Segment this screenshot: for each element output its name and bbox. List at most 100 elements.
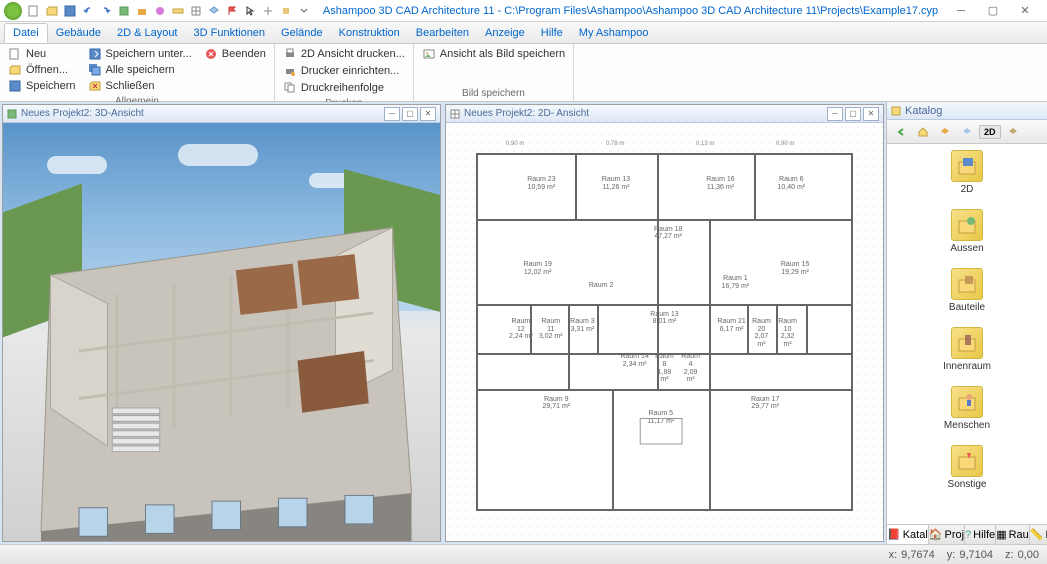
new-file-icon <box>8 47 22 61</box>
catalog-2d-badge[interactable]: 2D <box>979 125 1001 139</box>
room-label: Raum 33,31 m² <box>568 318 598 333</box>
menu-konstruktion[interactable]: Konstruktion <box>331 24 408 42</box>
catalog-item-sonstige[interactable]: Sonstige <box>948 445 987 490</box>
qat-open-icon[interactable] <box>44 3 60 19</box>
menu-3dfunktionen[interactable]: 3D Funktionen <box>186 24 274 42</box>
ribbon-ansicht-bild-speichern-button[interactable]: Ansicht als Bild speichern <box>420 46 567 62</box>
menu-myashampoo[interactable]: My Ashampoo <box>571 24 657 42</box>
room-label: Raum 1519,29 m² <box>769 261 821 276</box>
catalog-item-menschen[interactable]: Menschen <box>944 386 990 431</box>
qat-ruler-icon[interactable] <box>170 3 186 19</box>
menu-anzeige[interactable]: Anzeige <box>477 24 533 42</box>
panel-2d-header: Neues Projekt2: 2D- Ansicht ─ ▢ ✕ <box>446 105 883 123</box>
app-logo-icon <box>4 2 22 20</box>
dim-label: 0,90 m <box>506 141 524 147</box>
help-icon: ? <box>965 529 971 541</box>
room-label: Raum 1912,02 m² <box>508 261 568 276</box>
close-button[interactable]: ✕ <box>1013 3 1037 19</box>
ribbon-speichern-button[interactable]: Speichern <box>6 78 78 94</box>
qat-redo-icon[interactable] <box>98 3 114 19</box>
room-label: Raum 142,34 m² <box>620 353 650 368</box>
catalog-toolbar: 2D <box>887 120 1047 144</box>
catalog-obj-button[interactable] <box>935 123 955 141</box>
panel-2d-close-button[interactable]: ✕ <box>863 107 879 121</box>
dim-label: 0,78 m <box>606 141 624 147</box>
catalog-item-innenraum[interactable]: Innenraum <box>943 327 991 372</box>
save-as-icon <box>88 47 102 61</box>
room-label: Raum 102,32 m² <box>776 318 798 349</box>
save-disk-icon <box>8 79 22 93</box>
print-2d-icon <box>283 47 297 61</box>
ribbon-druckreihenfolge-button[interactable]: Druckreihenfolge <box>281 80 407 96</box>
catalog-tab-mass[interactable]: 📏Mass <box>1030 525 1047 544</box>
ribbon-speichern-unter-button[interactable]: Speichern unter... <box>86 46 194 62</box>
menu-datei[interactable]: Datei <box>4 23 48 43</box>
panel-3d-viewport[interactable] <box>3 123 440 541</box>
menu-hilfe[interactable]: Hilfe <box>533 24 571 42</box>
panel-3d-max-button[interactable]: ▢ <box>402 107 418 121</box>
menu-2dlayout[interactable]: 2D & Layout <box>109 24 186 42</box>
catalog-item-aussen[interactable]: Aussen <box>950 209 983 254</box>
qat-flag-icon[interactable] <box>224 3 240 19</box>
ribbon-schliessen-button[interactable]: Schließen <box>86 78 194 94</box>
folder-menschen-icon <box>951 386 983 418</box>
status-bar: x:9,7674 y:9,7104 z:0,00 <box>0 544 1047 564</box>
catalog-back-button[interactable] <box>891 123 911 141</box>
minimize-button[interactable]: ─ <box>949 3 973 19</box>
panel-3d-icon <box>7 109 17 119</box>
panel-3d-view: Neues Projekt2: 3D-Ansicht ─ ▢ ✕ <box>2 104 441 542</box>
panel-3d-min-button[interactable]: ─ <box>384 107 400 121</box>
qat-3d-icon[interactable] <box>116 3 132 19</box>
ribbon-group-bild-speichern: Ansicht als Bild speichern Bild speicher… <box>414 44 574 101</box>
qat-undo-icon[interactable] <box>80 3 96 19</box>
catalog-item-bauteile[interactable]: Bauteile <box>949 268 985 313</box>
panel-3d-header: Neues Projekt2: 3D-Ansicht ─ ▢ ✕ <box>3 105 440 123</box>
measure-icon: 📏 <box>1030 528 1044 541</box>
panel-2d-min-button[interactable]: ─ <box>827 107 843 121</box>
panel-3d-close-button[interactable]: ✕ <box>420 107 436 121</box>
ribbon-oeffnen-button[interactable]: Öffnen... <box>6 62 78 78</box>
qat-cursor-icon[interactable] <box>242 3 258 19</box>
ribbon-2d-drucken-button[interactable]: 2D Ansicht drucken... <box>281 46 407 62</box>
catalog-tab-rau[interactable]: ▦Rau <box>996 525 1030 544</box>
catalog-header: Katalog <box>887 102 1047 120</box>
qat-save-icon[interactable] <box>62 3 78 19</box>
menu-bearbeiten[interactable]: Bearbeiten <box>408 24 477 42</box>
qat-new-icon[interactable] <box>26 3 42 19</box>
room-label: Raum 929,71 m² <box>508 396 605 411</box>
catalog-item-2d[interactable]: 2D <box>951 150 983 195</box>
dim-label: 0,13 m <box>696 141 714 147</box>
qat-dropdown-icon[interactable] <box>296 3 312 19</box>
panel-2d-max-button[interactable]: ▢ <box>845 107 861 121</box>
catalog-tab-katal[interactable]: 📕Katal <box>887 525 929 544</box>
folder-innenraum-icon <box>951 327 983 359</box>
room-label: Raum 216,17 m² <box>717 318 747 333</box>
menu-gelaende[interactable]: Gelände <box>273 24 331 42</box>
maximize-button[interactable]: ▢ <box>981 3 1005 19</box>
catalog-tab-proj[interactable]: 🏠Proj <box>929 525 965 544</box>
qat-grid-icon[interactable] <box>188 3 204 19</box>
qat-tool3-icon[interactable] <box>278 3 294 19</box>
ribbon-neu-button[interactable]: Neu <box>6 46 78 62</box>
ribbon-drucker-einrichten-button[interactable]: Drucker einrichten... <box>281 63 407 79</box>
catalog-layer-button[interactable] <box>957 123 977 141</box>
catalog-tab-hilfe[interactable]: ?Hilfe <box>965 525 996 544</box>
panel-2d-title: Neues Projekt2: 2D- Ansicht <box>464 108 825 119</box>
close-file-icon <box>88 79 102 93</box>
qat-tool2-icon[interactable] <box>152 3 168 19</box>
qat-tool1-icon[interactable] <box>134 3 150 19</box>
panel-2d-viewport[interactable]: 0,90 m 0,78 m 0,13 m 0,90 m <box>446 123 883 541</box>
catalog-more-button[interactable] <box>1003 123 1023 141</box>
qat-cross-icon[interactable] <box>260 3 276 19</box>
house-icon: 🏠 <box>929 528 943 541</box>
folder-sonstige-icon <box>951 445 983 477</box>
ribbon-beenden-button[interactable]: Beenden <box>202 46 268 62</box>
catalog-panel: Katalog 2D 2D Aussen Bauteile <box>886 102 1047 544</box>
catalog-home-button[interactable] <box>913 123 933 141</box>
room-label: Raum 1729,77 m² <box>717 396 814 411</box>
room-label: Raum 122,24 m² <box>508 318 534 341</box>
ribbon-alle-speichern-button[interactable]: Alle speichern <box>86 62 194 78</box>
menu-gebaeude[interactable]: Gebäude <box>48 24 109 42</box>
qat-layers-icon[interactable] <box>206 3 222 19</box>
ribbon: Neu Öffnen... Speichern Speichern unter.… <box>0 44 1047 102</box>
